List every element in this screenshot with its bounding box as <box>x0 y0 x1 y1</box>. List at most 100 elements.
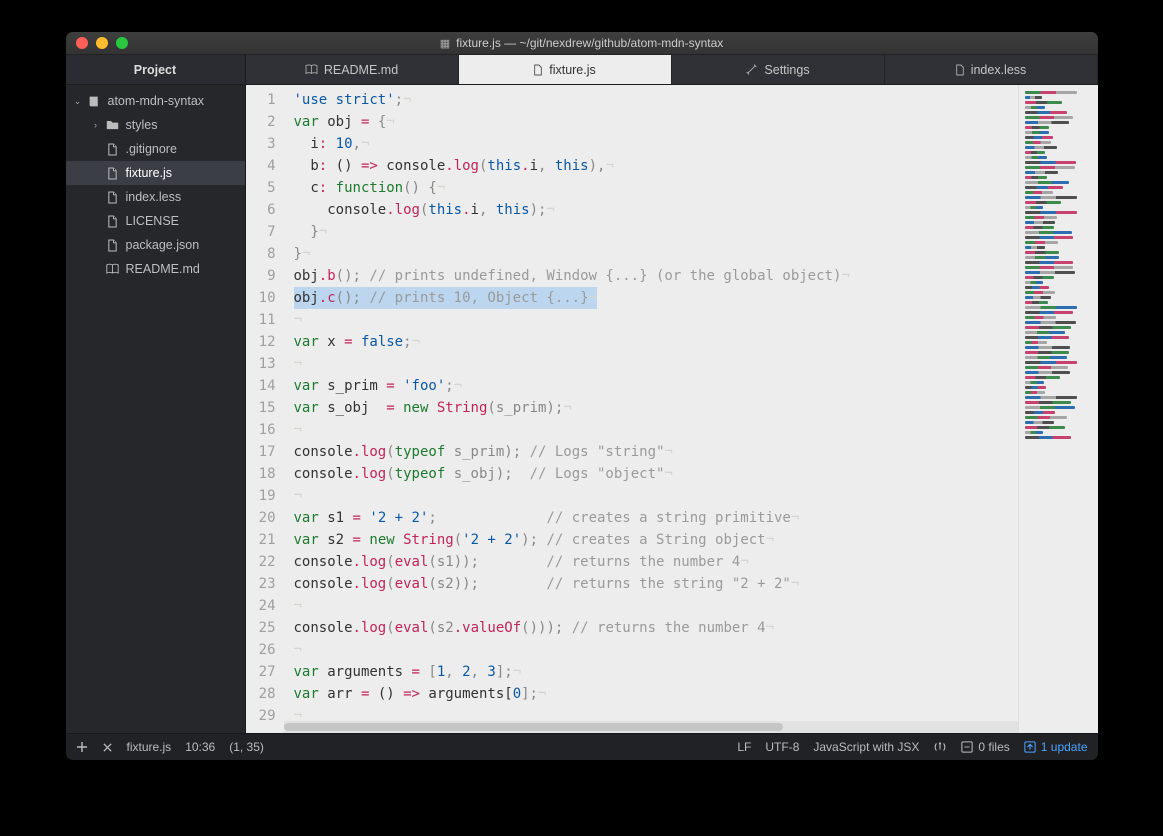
tree-item-label: .gitignore <box>126 142 177 156</box>
chevron-right-icon: › <box>92 120 100 130</box>
code-line[interactable]: ¬ <box>294 353 1018 375</box>
minimize-window-button[interactable] <box>96 37 108 49</box>
status-line-ending[interactable]: LF <box>737 740 751 754</box>
tree-item-LICENSE[interactable]: LICENSE <box>66 209 245 233</box>
status-cursor-position[interactable]: (1, 35) <box>229 740 264 754</box>
code-line[interactable]: obj.b(); // prints undefined, Window {..… <box>294 265 1018 287</box>
repo-icon <box>88 95 102 108</box>
editor-window: ▦ fixture.js — ~/git/nexdrew/github/atom… <box>66 32 1098 760</box>
code-area[interactable]: 'use strict';¬var obj = {¬ i: 10,¬ b: ()… <box>284 85 1018 733</box>
tree-item-README-md[interactable]: README.md <box>66 257 245 281</box>
tab-label: index.less <box>971 63 1027 77</box>
project-sidebar: Project ⌄ atom-mdn-syntax › styles .gitign… <box>66 55 246 733</box>
tree-item-label: styles <box>126 118 158 132</box>
book-icon <box>106 263 120 275</box>
code-line[interactable]: var obj = {¬ <box>294 111 1018 133</box>
folder-icon <box>106 119 120 131</box>
file-icon <box>106 167 120 180</box>
code-line[interactable]: ¬ <box>294 485 1018 507</box>
tree-root[interactable]: ⌄ atom-mdn-syntax <box>66 89 245 113</box>
close-file-button[interactable] <box>102 742 113 753</box>
tree-item-index-less[interactable]: index.less <box>66 185 245 209</box>
code-line[interactable]: var arguments = [1, 2, 3];¬ <box>294 661 1018 683</box>
status-bar: fixture.js 10:36 (1, 35) LF UTF-8 JavaSc… <box>66 733 1098 760</box>
code-line[interactable]: ¬ <box>294 309 1018 331</box>
file-icon <box>106 239 120 252</box>
code-line[interactable]: obj.c(); // prints 10, Object {...}¬ <box>294 287 1018 309</box>
tree-item-label: index.less <box>126 190 182 204</box>
status-time: 10:36 <box>185 740 215 754</box>
code-line[interactable]: c: function() {¬ <box>294 177 1018 199</box>
code-line[interactable]: console.log(typeof s_obj); // Logs "obje… <box>294 463 1018 485</box>
file-icon <box>533 64 543 76</box>
status-grammar[interactable]: JavaScript with JSX <box>813 740 919 754</box>
tree-item-styles[interactable]: › styles <box>66 113 245 137</box>
chevron-down-icon: ⌄ <box>74 96 82 107</box>
tab-label: README.md <box>324 63 398 77</box>
updates-count: 1 update <box>1041 740 1088 754</box>
book-icon <box>305 64 318 75</box>
code-line[interactable]: console.log(this.i, this);¬ <box>294 199 1018 221</box>
tree-root-label: atom-mdn-syntax <box>108 94 205 108</box>
file-icon <box>106 215 120 228</box>
tree-item-fixture-js[interactable]: fixture.js <box>66 161 245 185</box>
window-title-text: fixture.js — ~/git/nexdrew/github/atom-m… <box>456 36 723 50</box>
zoom-window-button[interactable] <box>116 37 128 49</box>
git-files-count: 0 files <box>978 740 1009 754</box>
workarea: README.md fixture.js Settings index.less 12… <box>246 55 1098 733</box>
window-title: ▦ fixture.js — ~/git/nexdrew/github/atom… <box>66 36 1098 50</box>
file-icon <box>106 191 120 204</box>
code-line[interactable]: console.log(eval(s2)); // returns the st… <box>294 573 1018 595</box>
code-line[interactable]: var x = false;¬ <box>294 331 1018 353</box>
tools-icon <box>745 63 758 76</box>
tab-label: fixture.js <box>549 63 596 77</box>
code-line[interactable]: }¬ <box>294 221 1018 243</box>
code-line[interactable]: ¬ <box>294 595 1018 617</box>
tab-bar: README.md fixture.js Settings index.less <box>246 55 1098 85</box>
code-line[interactable]: console.log(typeof s_prim); // Logs "str… <box>294 441 1018 463</box>
file-icon: ▦ <box>440 37 450 50</box>
tab-README-md[interactable]: README.md <box>246 55 459 84</box>
tree-item-label: fixture.js <box>126 166 173 180</box>
status-encoding[interactable]: UTF-8 <box>765 740 799 754</box>
tab-Settings[interactable]: Settings <box>672 55 885 84</box>
sidebar-header: Project <box>66 55 245 85</box>
git-status[interactable]: 0 files <box>961 740 1009 754</box>
code-line[interactable]: }¬ <box>294 243 1018 265</box>
code-line[interactable]: var s1 = '2 + 2'; // creates a string pr… <box>294 507 1018 529</box>
code-line[interactable]: var s_prim = 'foo';¬ <box>294 375 1018 397</box>
new-file-button[interactable] <box>76 741 88 753</box>
code-line[interactable]: var s2 = new String('2 + 2'); // creates… <box>294 529 1018 551</box>
code-line[interactable]: ¬ <box>294 419 1018 441</box>
code-line[interactable]: i: 10,¬ <box>294 133 1018 155</box>
file-icon <box>955 64 965 76</box>
close-window-button[interactable] <box>76 37 88 49</box>
text-editor[interactable]: 1234567891011121314151617181920212223242… <box>246 85 1018 733</box>
tree-item-label: README.md <box>126 262 200 276</box>
traffic-lights <box>66 37 128 49</box>
code-line[interactable]: console.log(eval(s2.valueOf())); // retu… <box>294 617 1018 639</box>
status-filename[interactable]: fixture.js <box>127 740 172 754</box>
code-line[interactable]: console.log(eval(s1)); // returns the nu… <box>294 551 1018 573</box>
file-tree: ⌄ atom-mdn-syntax › styles .gitignore fixtu… <box>66 85 245 285</box>
tree-item-label: LICENSE <box>126 214 180 228</box>
line-gutter: 1234567891011121314151617181920212223242… <box>246 85 284 733</box>
tab-label: Settings <box>764 63 809 77</box>
tab-index-less[interactable]: index.less <box>885 55 1098 84</box>
code-line[interactable]: var arr = () => arguments[0];¬ <box>294 683 1018 705</box>
scrollbar-thumb[interactable] <box>284 723 783 731</box>
broadcast-icon[interactable] <box>933 740 947 754</box>
horizontal-scrollbar[interactable] <box>284 721 1018 733</box>
minimap[interactable] <box>1018 85 1098 733</box>
tab-fixture-js[interactable]: fixture.js <box>459 55 672 84</box>
file-icon <box>106 143 120 156</box>
code-line[interactable]: var s_obj = new String(s_prim);¬ <box>294 397 1018 419</box>
tree-item-label: package.json <box>126 238 200 252</box>
titlebar: ▦ fixture.js — ~/git/nexdrew/github/atom… <box>66 32 1098 55</box>
tree-item-package-json[interactable]: package.json <box>66 233 245 257</box>
code-line[interactable]: ¬ <box>294 639 1018 661</box>
code-line[interactable]: b: () => console.log(this.i, this),¬ <box>294 155 1018 177</box>
updates-button[interactable]: 1 update <box>1024 740 1088 754</box>
code-line[interactable]: 'use strict';¬ <box>294 89 1018 111</box>
tree-item--gitignore[interactable]: .gitignore <box>66 137 245 161</box>
